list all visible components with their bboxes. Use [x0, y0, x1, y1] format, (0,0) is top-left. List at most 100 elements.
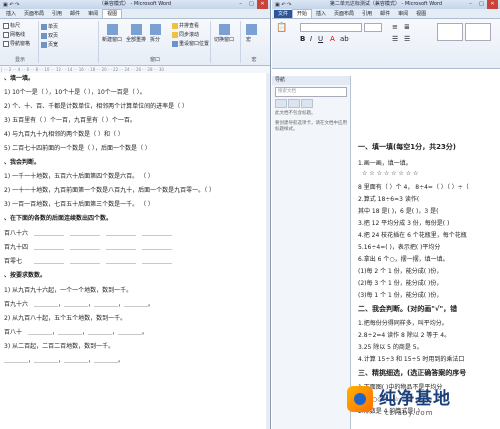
group-macro-label: 宏	[251, 57, 257, 63]
paste-icon[interactable]: 📋	[276, 23, 287, 33]
watermark-url: czlaby.com	[385, 409, 434, 417]
align-center-icon[interactable]: ☰	[404, 35, 410, 43]
nav-pane-checkbox[interactable]: 导航窗格	[3, 40, 30, 47]
highlight-icon[interactable]: ab	[340, 35, 349, 43]
quick-access-toolbar[interactable]: ▣ ↶ ↷	[275, 1, 291, 9]
left-vertical-scrollbar[interactable]	[266, 73, 270, 429]
bullets-icon[interactable]: ≡	[392, 23, 398, 31]
tab-mailings[interactable]: 邮件	[376, 10, 394, 18]
minimize-icon[interactable]: –	[235, 0, 246, 9]
reset-window-button[interactable]: 重设窗口位置	[172, 40, 209, 47]
tab-page-layout[interactable]: 页面布局	[330, 10, 358, 18]
doc-line: 4.把 24 枝花插在 6 个花瓶里，每个花瓶	[358, 232, 467, 239]
left-window-title: （兼容模式） - Microsoft Word	[98, 1, 172, 7]
nav-pane-title: 导航	[272, 76, 350, 85]
nav-results-tab[interactable]	[301, 99, 313, 108]
close-icon[interactable]: ✕	[487, 0, 498, 9]
doc-line: 2) 一十一十地数，九百前面第一个数是八百九十，后面一个数是九百零一。（ ）	[4, 187, 215, 194]
gridlines-checkbox[interactable]: 网格线	[3, 31, 25, 38]
one-page-button[interactable]: 单页	[41, 23, 58, 30]
tab-review[interactable]: 审阅	[394, 10, 412, 18]
doc-line: 、在下面的各数的后面连续数出四个数。	[4, 215, 113, 222]
doc-line: (2)每 3 个 1 份，能分成( )份，	[358, 280, 443, 287]
styles-gallery-2[interactable]	[465, 23, 491, 41]
doc-line: 8 里面有（ ）个 4， 8÷4=（ ）（ ）÷（	[358, 184, 469, 191]
doc-line: 1) 10个一是（ ），10个十是（ ），10个一百是（ ）。	[4, 89, 146, 96]
font-name-select[interactable]	[300, 23, 362, 32]
maximize-icon[interactable]: □	[476, 0, 487, 9]
left-word-window: ▣ ↶ ↷ （兼容模式） - Microsoft Word – □ ✕ 插入 页面布局…	[0, 0, 271, 429]
bold-icon[interactable]: B	[300, 35, 305, 43]
tab-review[interactable]: 审阅	[84, 10, 102, 18]
right-window-title: 第二单元达标测试（兼容模式） - Microsoft Word	[329, 1, 443, 7]
group-show-label: 显示	[14, 57, 25, 63]
font-color-icon[interactable]: A	[330, 35, 335, 43]
group-window: 新建窗口 全部重排 拆分 并排查看 同步滚动 重设窗口位置 窗口	[100, 21, 211, 63]
nav-search-input[interactable]: 搜索文档	[275, 87, 347, 97]
doc-line: (3)每 1 个 1 份，能分成( )份，	[358, 292, 443, 299]
group-show: 标尺 网格线 导航窗格 显示	[2, 21, 39, 63]
group-zoom: 单页 双页 页宽	[40, 21, 99, 63]
tab-file[interactable]: 文件	[274, 10, 293, 18]
styles-gallery[interactable]	[437, 23, 463, 41]
left-title-bar: ▣ ↶ ↷ （兼容模式） - Microsoft Word – □ ✕	[0, 0, 270, 9]
doc-line: 4) 与九百九十九相邻的两个数是（ ）和（ ）	[4, 131, 124, 138]
right-ribbon-tabs: 文件 开始 插入 页面布局 引用 邮件 审阅 视图	[272, 9, 500, 19]
quick-access-toolbar[interactable]: ▣ ↶ ↷	[3, 1, 19, 9]
left-document-page[interactable]: 、填一填。 1) 10个一是（ ），10个十是（ ），10个一百是（ ）。 2)…	[0, 73, 266, 429]
doc-line: 3) 从二百起，二百二百地数，数到一千。	[4, 343, 115, 350]
tab-references[interactable]: 引用	[358, 10, 376, 18]
doc-line: 百零七 ＿＿＿＿＿ ＿＿＿＿＿ ＿＿＿＿＿ ＿＿＿＿＿	[4, 258, 173, 265]
tab-view[interactable]: 视图	[412, 10, 430, 18]
sync-scroll-button[interactable]: 同步滚动	[172, 31, 199, 38]
tab-insert[interactable]: 插入	[312, 10, 330, 18]
right-word-window: ▣ ↶ ↷ 第二单元达标测试（兼容模式） - Microsoft Word – □…	[272, 0, 500, 429]
left-ribbon-tabs: 插入 页面布局 引用 邮件 审阅 视图	[0, 9, 270, 19]
close-icon[interactable]: ✕	[257, 0, 268, 9]
underline-icon[interactable]: U	[318, 35, 323, 43]
font-size-select[interactable]	[364, 23, 382, 32]
macro-button[interactable]: 宏	[246, 24, 257, 43]
nav-tabs	[275, 99, 347, 108]
doc-line: 4.计算 15÷3 和 15÷5 时用到的乘法口	[358, 356, 465, 363]
minimize-icon[interactable]: –	[465, 0, 476, 9]
doc-line: ＿＿＿＿，＿＿＿＿，＿＿＿＿，＿＿＿＿。	[4, 357, 125, 364]
group-window-label: 窗口	[149, 57, 160, 63]
switch-window-button[interactable]: 切换窗口	[214, 24, 234, 43]
doc-line: 3.25 除以 5 的商是 5。	[358, 344, 423, 351]
tab-page-layout[interactable]: 页面布局	[20, 10, 48, 18]
numbering-icon[interactable]: ≣	[404, 23, 410, 31]
ruler-checkbox[interactable]: 标尺	[3, 22, 20, 29]
tab-view[interactable]: 视图	[102, 9, 123, 18]
arrange-all-button[interactable]: 全部重排	[126, 24, 146, 43]
doc-line: 2.8÷2=4 读作 8 除以 2 等于 4。	[358, 332, 451, 339]
tab-mailings[interactable]: 邮件	[66, 10, 84, 18]
doc-line: 二、我会判断。(对的画"√"，错	[358, 305, 458, 313]
doc-line: 2) 个、十、百、千都是计数单位，相邻两个计算单位间的进率是（ ）	[4, 103, 188, 110]
doc-line: 三、精挑细选，(选正确答案的序号	[358, 369, 467, 377]
split-button[interactable]: 拆分	[150, 24, 161, 43]
page-width-button[interactable]: 页宽	[41, 41, 58, 48]
new-window-button[interactable]: 新建窗口	[102, 24, 122, 43]
tab-insert[interactable]: 插入	[2, 10, 20, 18]
site-watermark: 纯净基地 czlaby.com	[335, 378, 500, 429]
two-page-button[interactable]: 双页	[41, 32, 58, 39]
italic-icon[interactable]: I	[310, 35, 312, 43]
right-document-page[interactable]: 一、填一填(每空1分，共23分) 1.画一画，填一填。 ☆ ☆ ☆ ☆ ☆ ☆ …	[352, 76, 496, 429]
doc-line: 、我会判断。	[4, 159, 41, 166]
tab-home[interactable]: 开始	[292, 9, 313, 18]
doc-line: 3) 一百一百地数，七百五十后面第三个数是一千。 （ ）	[4, 201, 154, 208]
tab-references[interactable]: 引用	[48, 10, 66, 18]
nav-pages-tab[interactable]	[288, 99, 300, 108]
maximize-icon[interactable]: □	[246, 0, 257, 9]
doc-line: 5) 二百七十四前面的一个数是（ ），后面一个数是（ ）	[4, 145, 151, 152]
left-window-controls: – □ ✕	[235, 0, 268, 9]
doc-line: 6.拿出 6 个○，摆一摆，填一填。	[358, 256, 449, 263]
doc-line: 、按要求数数。	[4, 272, 47, 279]
align-left-icon[interactable]: ☰	[392, 35, 398, 43]
doc-line: 3.把 12 平均分成 3 份，每份是( )	[358, 220, 450, 227]
doc-line: 1) 从九百九十六起，一个一个地数，数到一千。	[4, 287, 133, 294]
side-by-side-button[interactable]: 并排查看	[172, 22, 199, 29]
nav-headings-tab[interactable]	[275, 99, 287, 108]
doc-line: 、填一填。	[4, 75, 35, 82]
